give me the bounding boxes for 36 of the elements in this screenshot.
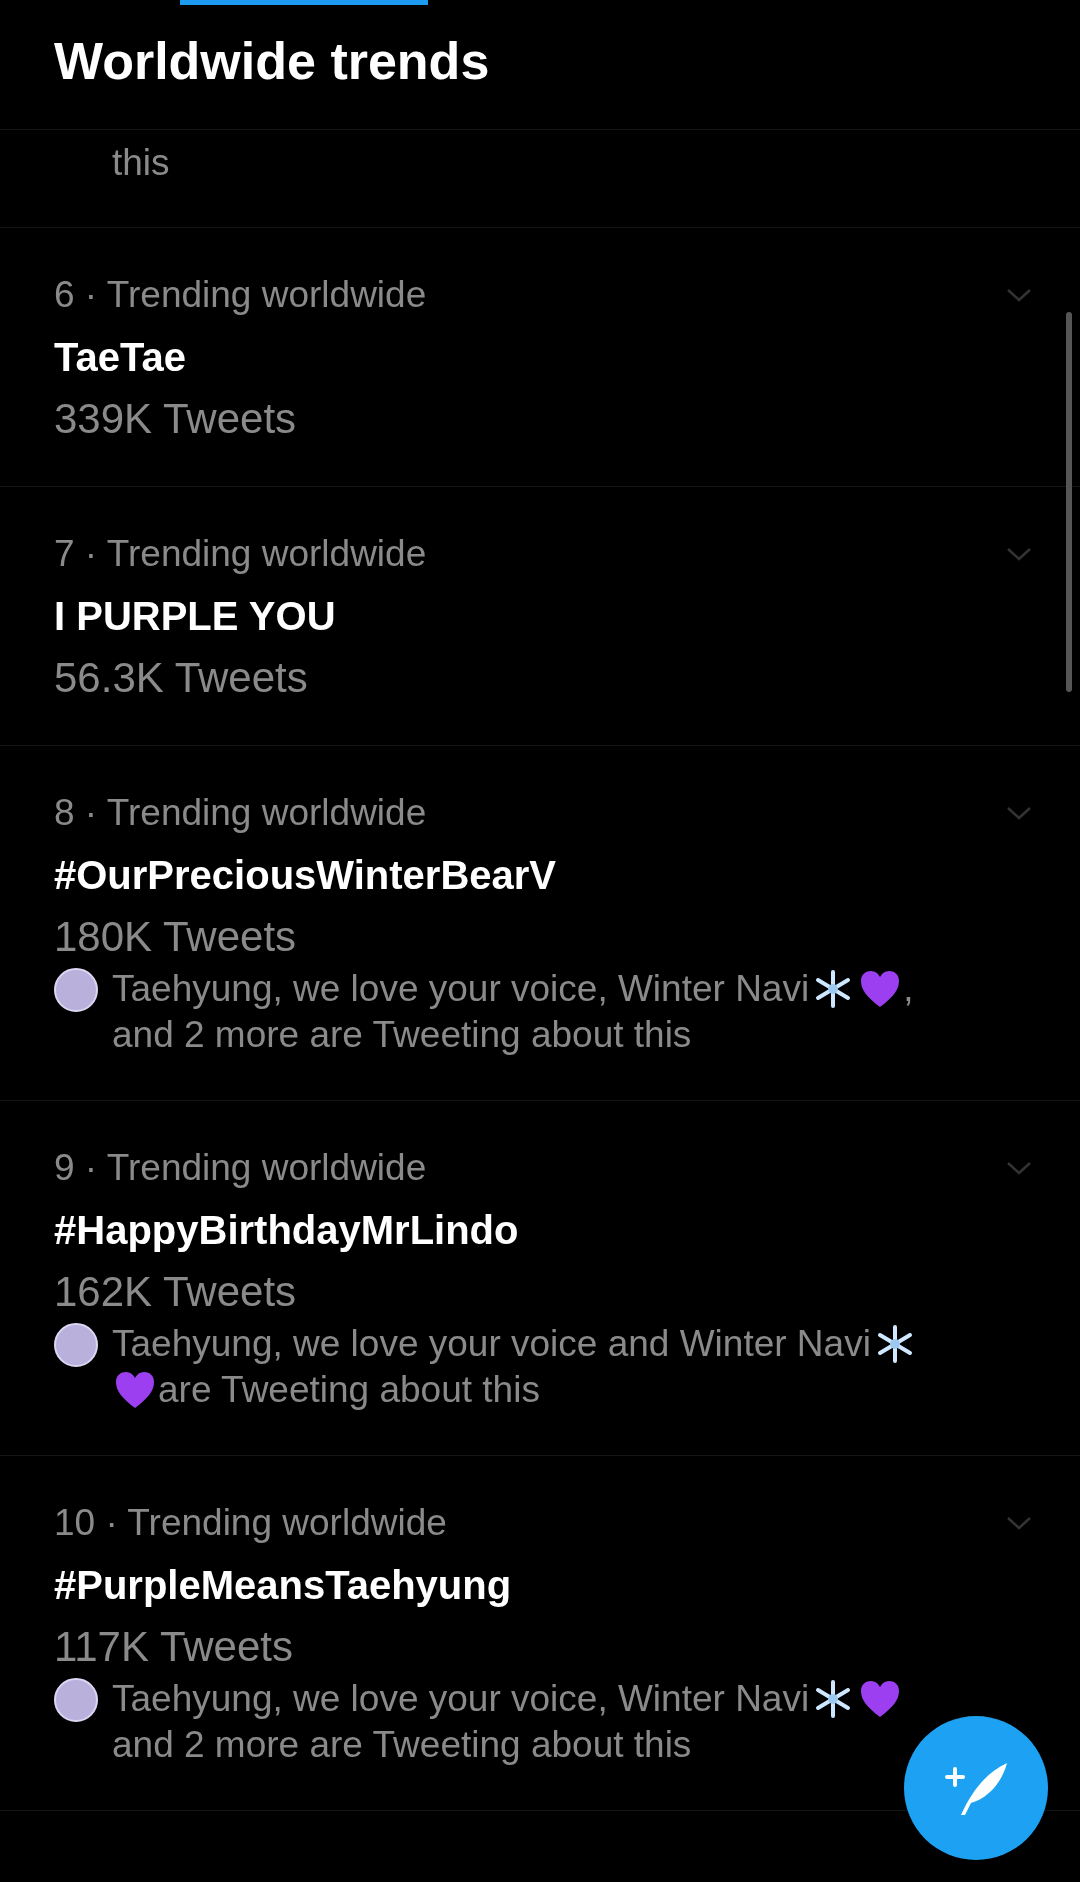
chevron-down-icon[interactable] xyxy=(1006,287,1032,303)
avatar xyxy=(54,1323,98,1367)
heart-icon xyxy=(859,1679,902,1719)
trend-context: 9 · Trending worldwide xyxy=(54,1146,427,1190)
avatar xyxy=(54,968,98,1012)
page-title: Worldwide trends xyxy=(54,30,490,91)
trend-name[interactable]: TaeTae xyxy=(54,335,186,379)
tweet-count: 117K Tweets xyxy=(54,1623,293,1670)
social-context-text: this xyxy=(112,142,170,183)
chevron-down-icon[interactable] xyxy=(1006,1515,1032,1531)
heart-icon xyxy=(114,1370,156,1410)
social-context-text: , xyxy=(903,968,914,1009)
trend-name[interactable]: I PURPLE YOU xyxy=(54,594,336,638)
social-context-text: Taehyung, we love your voice and Winter Navi xyxy=(112,1323,871,1364)
avatar xyxy=(54,1678,98,1722)
tweet-count: 162K Tweets xyxy=(54,1268,297,1315)
scrollbar[interactable] xyxy=(1066,312,1072,692)
heart-icon xyxy=(859,969,902,1009)
trend-context: 8 · Trending worldwide xyxy=(54,791,427,835)
chevron-down-icon[interactable] xyxy=(1006,1160,1032,1176)
trend-name[interactable]: #OurPreciousWinterBearV xyxy=(54,853,557,897)
trend-context: 7 · Trending worldwide xyxy=(54,532,427,576)
social-context-text: are Tweeting about this xyxy=(158,1369,540,1410)
trend-context: 10 · Trending worldwide xyxy=(54,1501,447,1545)
trend-name[interactable]: #HappyBirthdayMrLindo xyxy=(54,1208,519,1252)
social-context-text: and 2 more are Tweeting about this xyxy=(112,1724,692,1765)
social-context-text: Taehyung, we love your voice, Winter Navi xyxy=(112,1678,810,1719)
tweet-count: 180K Tweets xyxy=(54,913,297,960)
tweet-count: 339K Tweets xyxy=(54,395,297,442)
social-context-text: and 2 more are Tweeting about this xyxy=(112,1014,692,1055)
chevron-down-icon[interactable] xyxy=(1006,546,1032,562)
chevron-down-icon[interactable] xyxy=(1006,805,1032,821)
social-context-text: Taehyung, we love your voice, Winter Navi xyxy=(112,968,810,1009)
tweet-count: 56.3K Tweets xyxy=(54,654,308,701)
trend-name[interactable]: #PurpleMeansTaehyung xyxy=(54,1563,512,1607)
trend-context: 6 · Trending worldwide xyxy=(54,273,427,317)
